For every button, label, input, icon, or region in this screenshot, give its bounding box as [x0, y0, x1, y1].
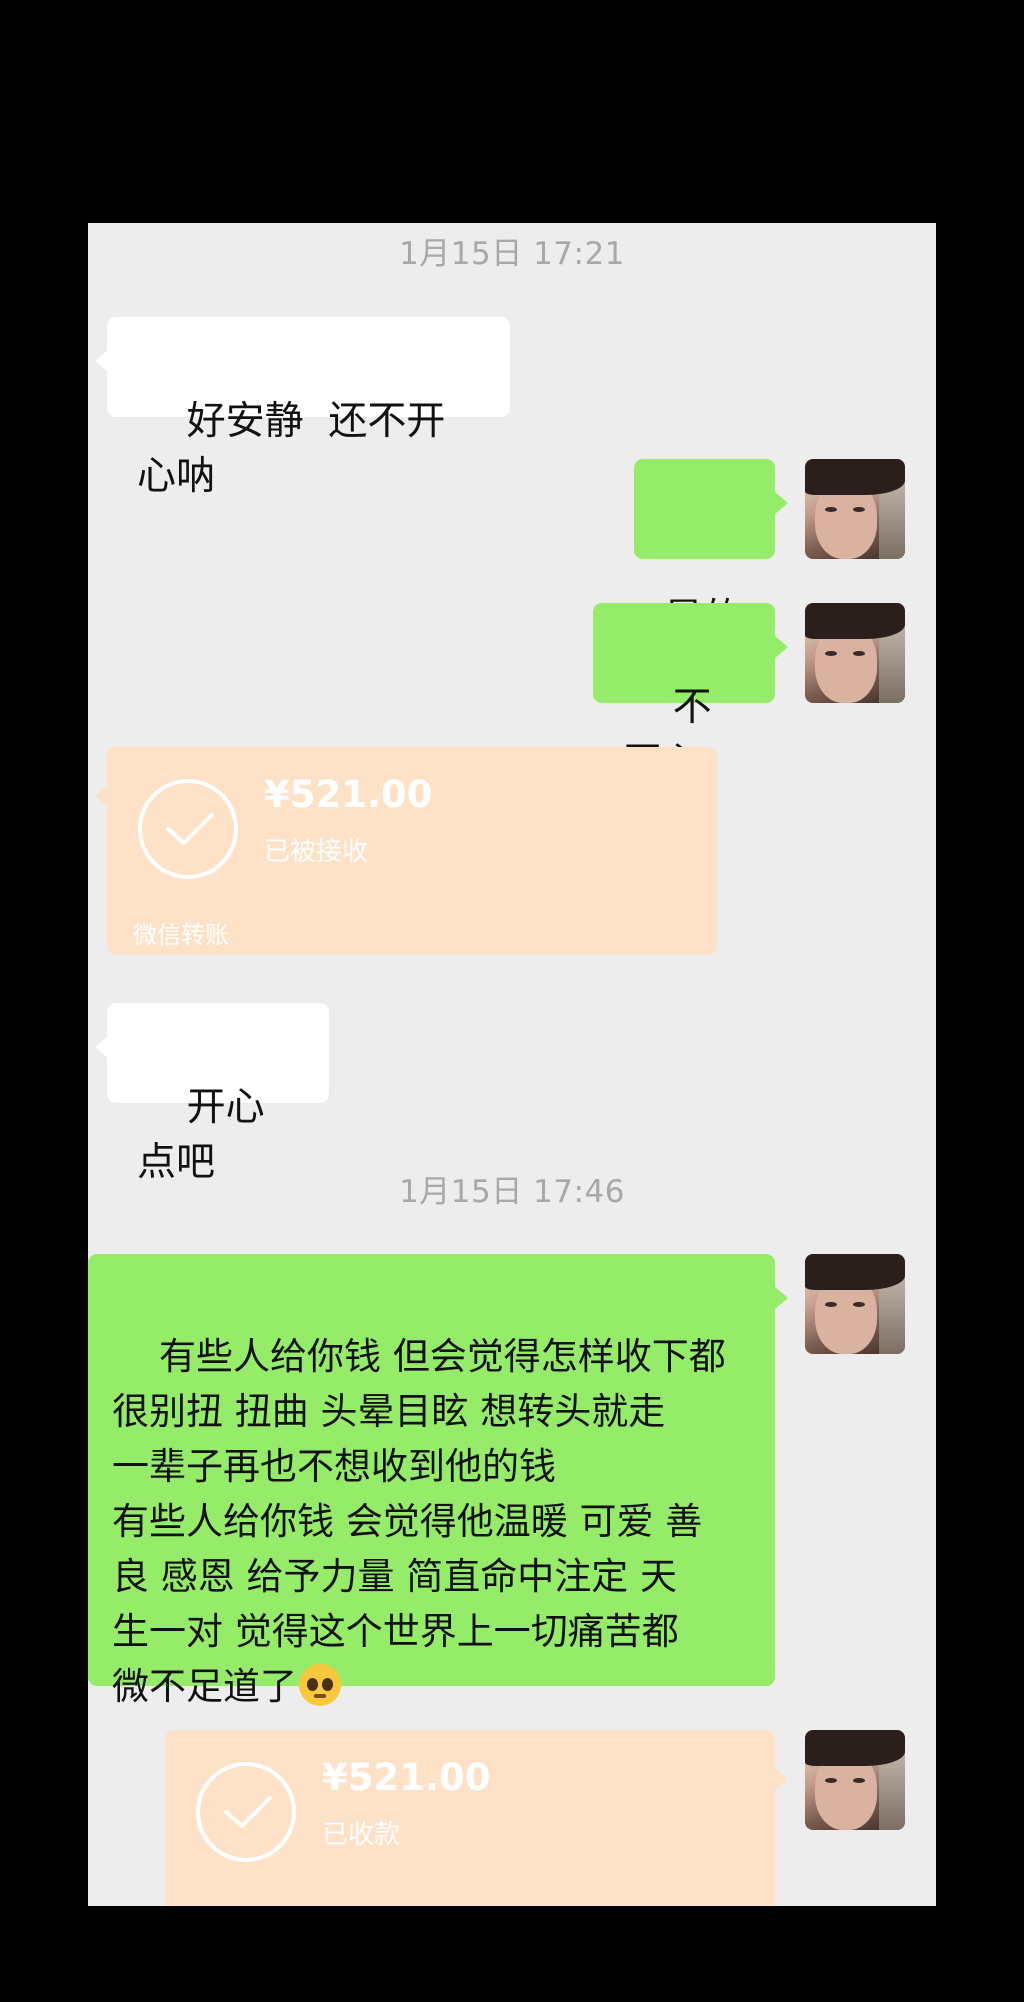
- bubble-tail: [775, 636, 788, 658]
- check-circle-icon: [196, 1762, 296, 1862]
- message-outgoing[interactable]: 不开心: [593, 603, 775, 785]
- transfer-status: 已被接收: [264, 837, 369, 867]
- message-text: 好安静 还不开心呐: [137, 399, 446, 499]
- pleading-face-icon: [299, 1664, 341, 1706]
- message-incoming[interactable]: 好安静 还不开心呐: [107, 317, 510, 499]
- bubble-tail: [775, 1287, 788, 1309]
- check-circle-icon: [138, 779, 238, 879]
- message-incoming[interactable]: 开心点吧: [107, 1003, 329, 1185]
- transfer-brand-label: 微信转账: [133, 921, 229, 949]
- message-text: 有些人给你钱 但会觉得怎样收下都 很别扭 扭曲 头晕目眩 想转头就走 一辈子再也…: [112, 1335, 726, 1708]
- timestamp: 1月15日 17:46: [399, 1174, 625, 1210]
- timestamp: 1月15日 17:21: [399, 236, 625, 272]
- message-outgoing[interactable]: 有些人给你钱 但会觉得怎样收下都 很别扭 扭曲 头晕目眩 想转头就走 一辈子再也…: [88, 1254, 775, 1708]
- chat-area[interactable]: 1月15日 17:21 好安静 还不开心呐 是的 不开心 ¥521.00 已被接…: [88, 223, 936, 1906]
- transfer-card[interactable]: ¥521.00 已被接收 微信转账: [107, 747, 717, 955]
- message-outgoing[interactable]: 是的: [634, 459, 775, 641]
- avatar[interactable]: [805, 1254, 905, 1354]
- transfer-amount: ¥521.00: [322, 1756, 491, 1799]
- avatar[interactable]: [805, 459, 905, 559]
- avatar[interactable]: [805, 1730, 905, 1830]
- avatar[interactable]: [805, 603, 905, 703]
- bubble-tail: [775, 1768, 788, 1790]
- transfer-card[interactable]: ¥521.00 已收款: [165, 1730, 775, 1906]
- transfer-amount: ¥521.00: [264, 773, 433, 816]
- transfer-status: 已收款: [322, 1820, 401, 1850]
- bubble-tail: [775, 492, 788, 514]
